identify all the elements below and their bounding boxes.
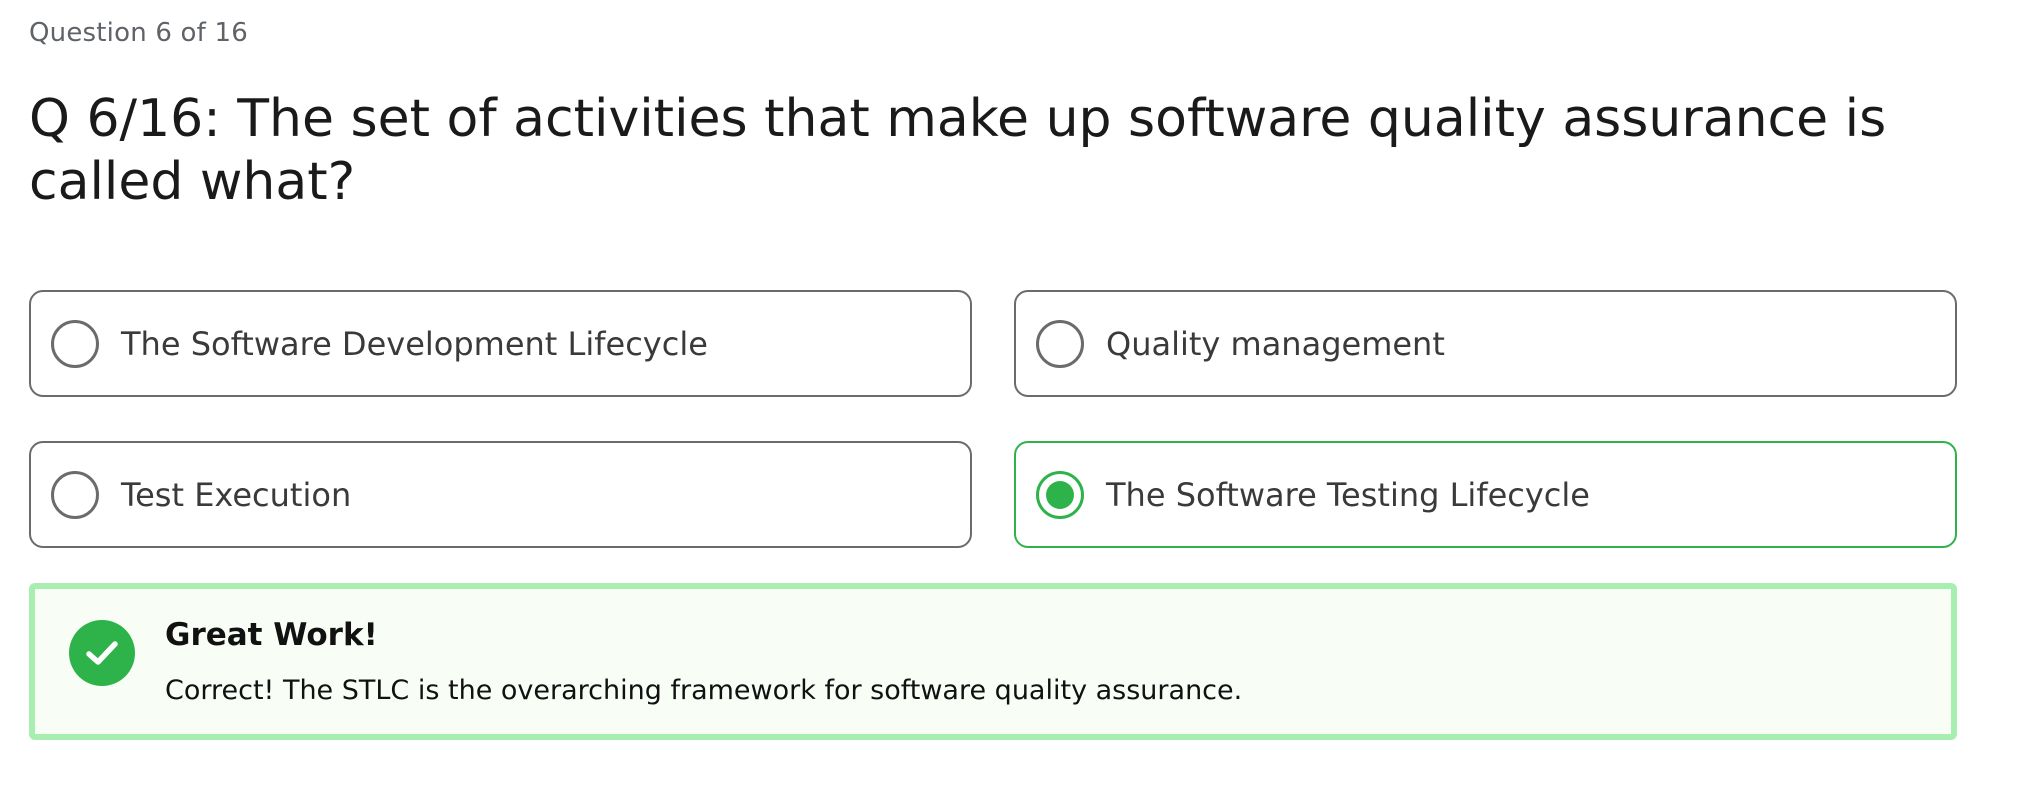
check-icon [69, 620, 135, 686]
feedback-panel: Great Work! Correct! The STLC is the ove… [29, 583, 1957, 740]
radio-button-icon[interactable] [1036, 319, 1084, 368]
radio-dot-icon [1046, 480, 1074, 509]
feedback-message: Correct! The STLC is the overarching fra… [165, 675, 1243, 706]
radio-button-icon[interactable] [51, 319, 99, 368]
radio-button-selected-icon[interactable] [1036, 470, 1084, 519]
answer-option-label: The Software Testing Lifecycle [1106, 475, 1590, 514]
feedback-title: Great Work! [165, 617, 378, 653]
answer-option-label: Test Execution [121, 475, 352, 514]
answer-option-label: Quality management [1106, 324, 1445, 363]
question-title: Q 6/16: The set of activities that make … [29, 89, 1887, 212]
answer-option-2[interactable]: Quality management [1014, 290, 1957, 397]
radio-button-icon[interactable] [51, 470, 99, 519]
answer-option-3[interactable]: Test Execution [29, 441, 972, 548]
answer-option-4[interactable]: The Software Testing Lifecycle [1014, 441, 1957, 548]
checkmark-icon [86, 641, 118, 665]
answer-option-1[interactable]: The Software Development Lifecycle [29, 290, 972, 397]
question-progress: Question 6 of 16 [29, 18, 248, 48]
answer-option-label: The Software Development Lifecycle [121, 324, 708, 363]
